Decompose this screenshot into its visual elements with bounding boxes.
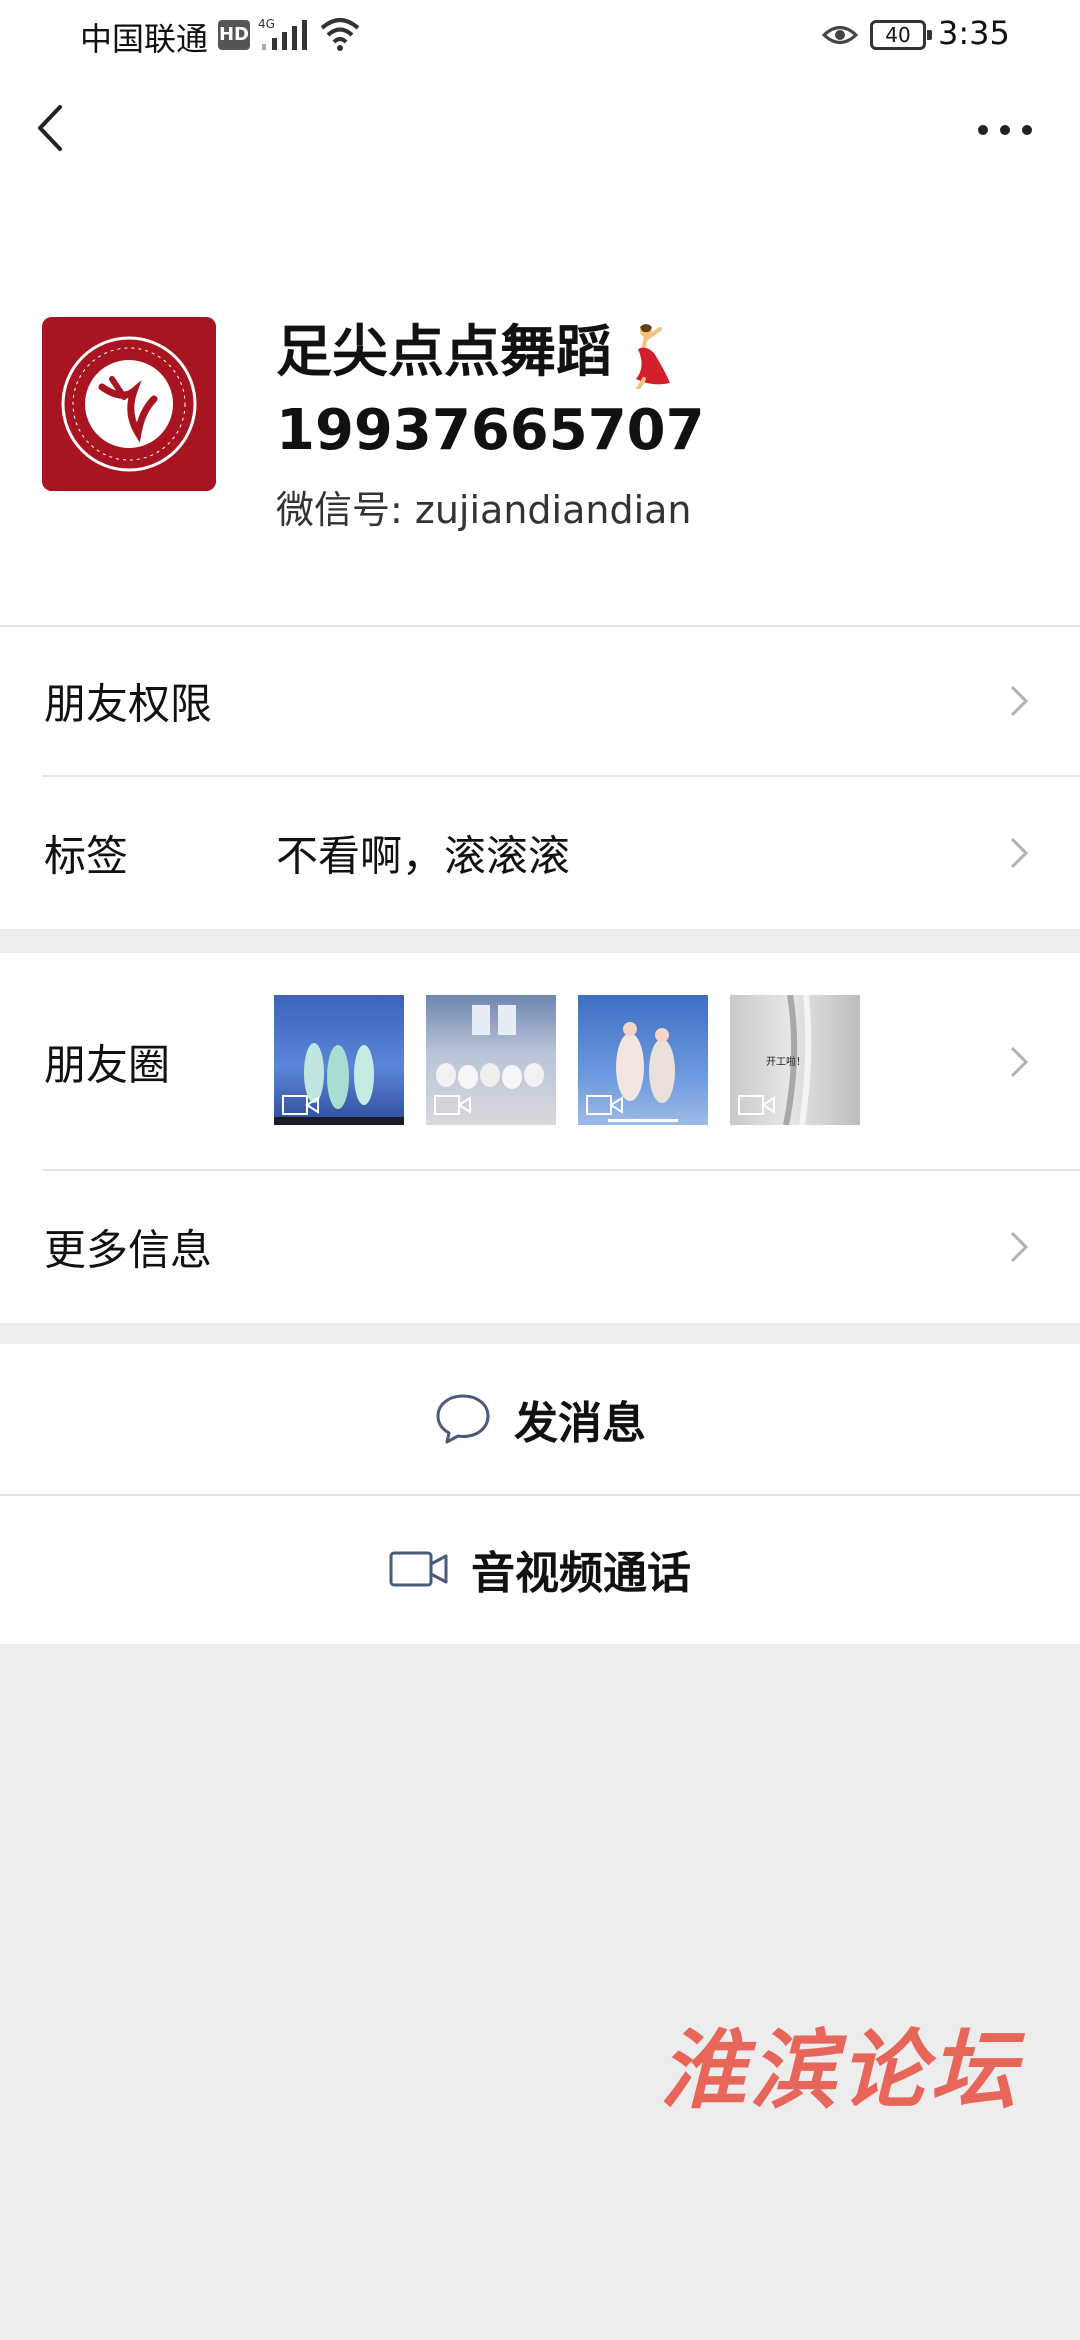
- cell-friend-permissions[interactable]: 朋友权限: [0, 625, 1080, 777]
- tag-value: 不看啊，滚滚滚: [276, 831, 571, 881]
- chat-bubble-icon: [436, 1394, 490, 1444]
- network-type: 4G: [258, 17, 275, 31]
- avatar[interactable]: [42, 317, 216, 491]
- voice-video-call-label: 音视频通话: [471, 1548, 691, 1599]
- cell-moments[interactable]: 朋友圈 开工啦！: [0, 953, 1080, 1171]
- wechat-id-value: zujiandiandian: [414, 488, 692, 532]
- video-icon: [434, 1095, 471, 1115]
- cell-label: 标签: [44, 831, 129, 881]
- send-message-button[interactable]: 发消息: [0, 1344, 1080, 1494]
- cell-more-info[interactable]: 更多信息: [0, 1171, 1080, 1323]
- send-message-label: 发消息: [514, 1398, 646, 1449]
- clock: 3:35: [938, 14, 1010, 52]
- moment-thumbnail[interactable]: [426, 995, 556, 1125]
- hd-badge: HD: [218, 20, 250, 50]
- dance-school-logo: [42, 317, 216, 491]
- wechat-id-row: 微信号: zujiandiandian: [276, 485, 692, 535]
- moments-thumbnails: 开工啦！: [274, 995, 860, 1127]
- profile-phone: 19937665707: [276, 398, 705, 463]
- chevron-right-icon: [1010, 1046, 1029, 1078]
- chevron-right-icon: [1010, 837, 1029, 869]
- video-icon: [282, 1095, 319, 1115]
- cell-label: 朋友圈: [44, 1040, 171, 1090]
- profile-header: 足尖点点舞蹈 19937665707 微信号: zujiandiandian: [0, 175, 1080, 625]
- chevron-left-icon[interactable]: [30, 103, 74, 153]
- eye-icon: [822, 26, 858, 44]
- carrier-name: 中国联通: [80, 20, 209, 58]
- video-icon: [586, 1095, 623, 1115]
- moment-thumbnail[interactable]: [274, 995, 404, 1125]
- divider: [0, 1494, 1080, 1496]
- moment-thumbnail[interactable]: 开工啦！: [730, 995, 860, 1125]
- thumbnail-caption: 开工啦！: [766, 1057, 806, 1068]
- chevron-right-icon: [1010, 685, 1029, 717]
- moment-thumbnail[interactable]: [578, 995, 708, 1125]
- cell-tags[interactable]: 标签 不看啊，滚滚滚: [0, 777, 1080, 929]
- chevron-right-icon: [1010, 1231, 1029, 1263]
- status-bar: 中国联通 HD 4G 40 3:35: [0, 0, 1080, 75]
- more-dots-icon[interactable]: [975, 120, 1035, 140]
- dancer-emoji-icon: [636, 323, 670, 389]
- wifi-icon: [320, 18, 360, 51]
- voice-video-call-button[interactable]: 音视频通话: [0, 1494, 1080, 1644]
- settings-group: 朋友权限 标签 不看啊，滚滚滚: [0, 625, 1080, 929]
- nickname: 足尖点点舞蹈: [276, 320, 612, 385]
- video-camera-icon: [389, 1551, 448, 1587]
- cell-label: 朋友权限: [44, 679, 213, 729]
- nav-bar: [0, 75, 1080, 175]
- profile-name: 足尖点点舞蹈: [276, 317, 676, 389]
- forum-watermark: 淮滨论坛: [660, 2020, 1020, 2121]
- signal-icon: 4G: [258, 17, 307, 50]
- wechat-id-label: 微信号:: [276, 488, 403, 532]
- battery-icon: 40: [870, 20, 932, 50]
- moments-group: 朋友圈 开工啦！ 更多信息: [0, 953, 1080, 1323]
- video-icon: [738, 1095, 775, 1115]
- cell-label: 更多信息: [44, 1225, 213, 1275]
